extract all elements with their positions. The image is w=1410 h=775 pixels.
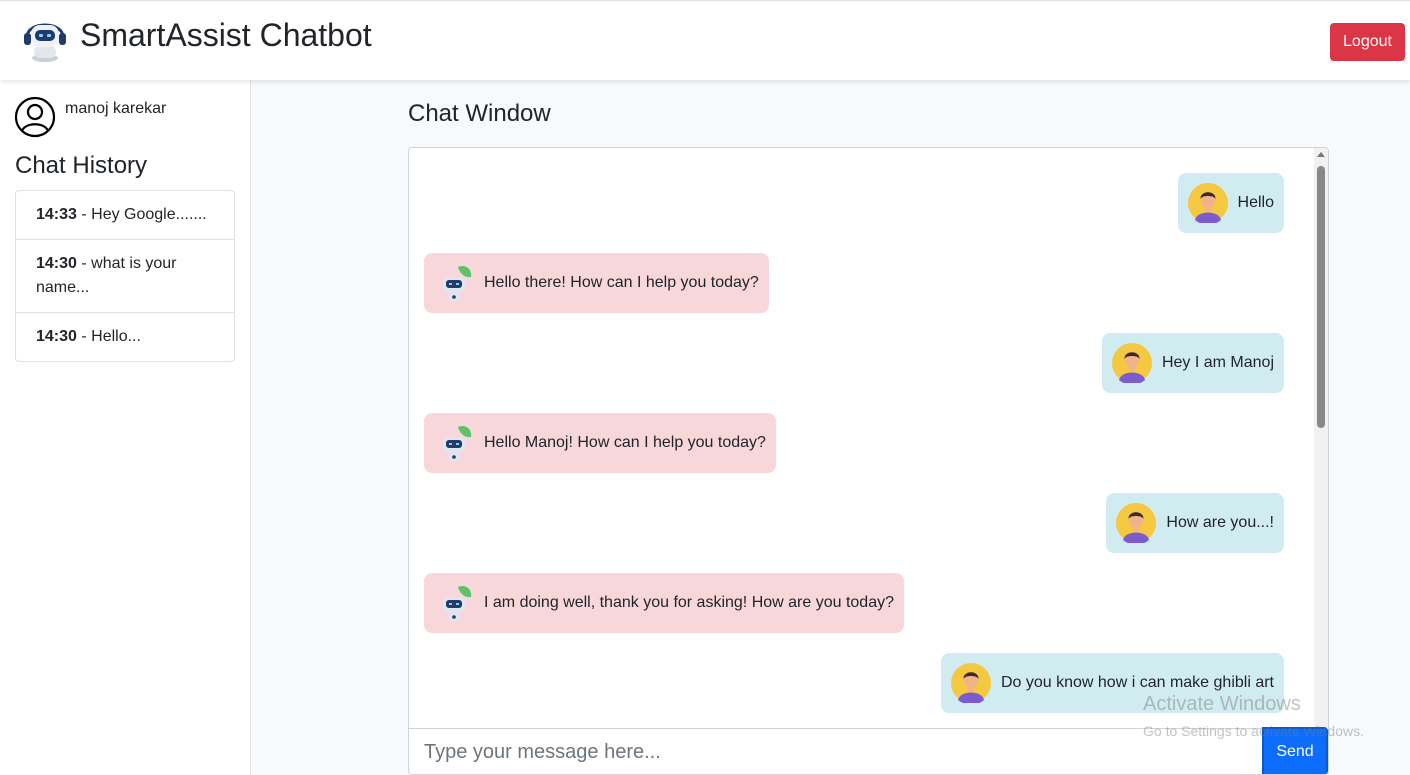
man-avatar-icon bbox=[950, 663, 991, 703]
robot-avatar-icon bbox=[443, 586, 472, 622]
history-item[interactable]: 14:30 - Hello... bbox=[16, 313, 234, 361]
scrollbar-thumb[interactable] bbox=[1317, 166, 1325, 428]
logout-button[interactable]: Logout bbox=[1330, 23, 1405, 61]
user-message: How are you...! bbox=[1106, 493, 1284, 553]
history-time: 14:30 bbox=[36, 328, 77, 345]
chat-history-title: Chat History bbox=[15, 152, 148, 179]
man-avatar-icon bbox=[1116, 503, 1157, 543]
history-snippet: - Hello... bbox=[76, 328, 141, 345]
message-text: Do you know how i can make ghibli art bbox=[1000, 674, 1274, 691]
robot-headset-icon bbox=[24, 23, 66, 62]
history-item[interactable]: 14:33 - Hey Google....... bbox=[16, 191, 234, 240]
message-text: Hello bbox=[1237, 194, 1274, 211]
bot-message: Hello Manoj! How can I help you today? bbox=[424, 413, 776, 473]
user-name: manoj karekar bbox=[65, 100, 167, 117]
user-message: Hey I am Manoj bbox=[1101, 333, 1284, 393]
message-text: I am doing well, thank you for asking! H… bbox=[484, 594, 894, 611]
message-text: Hello there! How can I help you today? bbox=[484, 274, 759, 291]
chat-window-title: Chat Window bbox=[408, 100, 551, 127]
man-avatar-icon bbox=[1187, 183, 1228, 223]
chat-history-list: 14:33 - Hey Google....... 14:30 - what i… bbox=[15, 190, 235, 362]
history-time: 14:30 bbox=[36, 255, 77, 272]
user-message: Do you know how i can make ghibli art bbox=[940, 653, 1284, 713]
app-header: SmartAssist Chatbot Logout bbox=[0, 0, 1410, 80]
message-input[interactable] bbox=[409, 728, 1262, 774]
robot-avatar-icon bbox=[443, 426, 472, 462]
app-title: SmartAssist Chatbot bbox=[80, 17, 372, 53]
sidebar: manoj karekar Chat History 14:33 - Hey G… bbox=[0, 80, 251, 775]
history-item[interactable]: 14:30 - what is your name... bbox=[16, 240, 234, 313]
bot-message: Hello there! How can I help you today? bbox=[424, 253, 769, 313]
scroll-up-arrow-icon[interactable] bbox=[1317, 152, 1325, 157]
robot-avatar-icon bbox=[443, 266, 472, 302]
history-time: 14:33 bbox=[36, 206, 77, 223]
message-text: Hey I am Manoj bbox=[1161, 354, 1274, 371]
send-button[interactable]: Send bbox=[1262, 727, 1328, 774]
history-snippet: - Hey Google....... bbox=[76, 206, 207, 223]
chat-window: Hello Hello there! How can I help you to… bbox=[408, 147, 1329, 775]
message-scrollbar[interactable] bbox=[1314, 148, 1328, 728]
message-text: How are you...! bbox=[1166, 514, 1274, 531]
message-list: Hello Hello there! How can I help you to… bbox=[409, 148, 1314, 728]
message-text: Hello Manoj! How can I help you today? bbox=[484, 434, 766, 451]
user-message: Hello bbox=[1177, 173, 1284, 233]
user-circle-icon bbox=[14, 96, 56, 138]
bot-message: I am doing well, thank you for asking! H… bbox=[424, 573, 904, 633]
man-avatar-icon bbox=[1111, 343, 1152, 383]
